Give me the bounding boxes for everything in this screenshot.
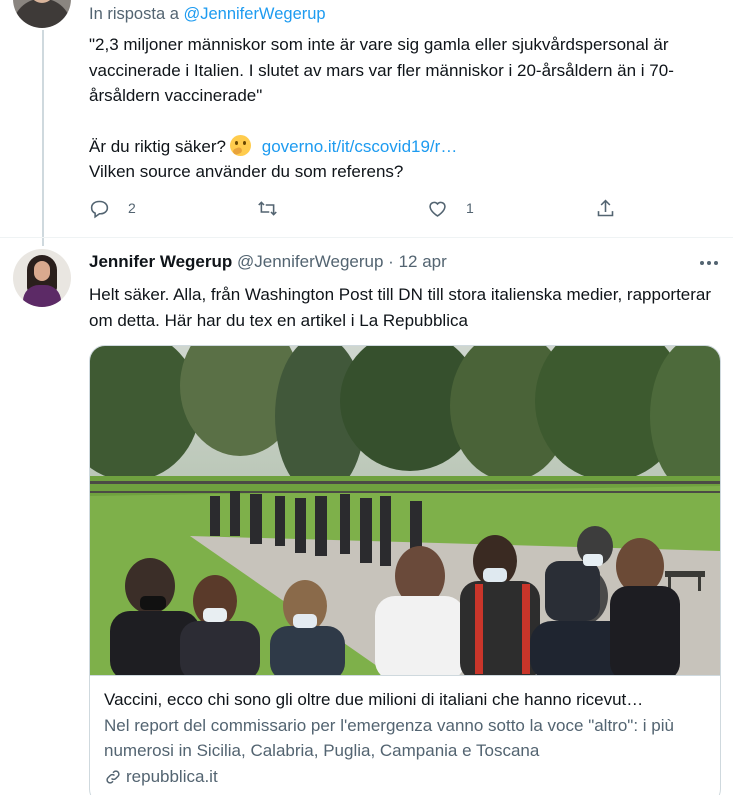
retweet-button[interactable] — [257, 196, 296, 220]
link-card-domain-text: repubblica.it — [126, 767, 218, 786]
article-photo-image — [90, 346, 720, 675]
thinking-face-emoji-icon — [230, 134, 251, 156]
reply-context: In risposta a @JenniferWegerup — [89, 5, 326, 24]
avatar[interactable] — [13, 249, 71, 307]
link-card-domain: repubblica.it — [104, 765, 708, 789]
question-text: Är du riktig säker? — [89, 136, 226, 156]
tweet-date[interactable]: 12 apr — [399, 252, 447, 271]
more-dots-icon — [700, 261, 704, 265]
link-card-body: Vaccini, ecco chi sono gli oltre due mil… — [90, 675, 720, 789]
tweet-source-question: Vilken source använder du som referens? — [89, 162, 404, 181]
like-count: 1 — [466, 200, 474, 216]
like-button[interactable]: 1 — [427, 196, 474, 220]
avatar[interactable] — [13, 0, 71, 28]
author-handle[interactable]: @JenniferWegerup — [237, 252, 383, 271]
heart-icon — [429, 201, 446, 217]
tweet-quote-paragraph: "2,3 miljoner människor som inte är vare… — [89, 35, 674, 105]
tweet-divider — [0, 237, 733, 238]
share-icon — [597, 199, 614, 216]
retweet-icon — [258, 200, 277, 216]
tweet-text: Helt säker. Alla, från Washington Post t… — [89, 285, 712, 330]
separator-dot: · — [388, 252, 394, 271]
reply-count: 2 — [128, 200, 136, 216]
link-card-title: Vaccini, ecco chi sono gli oltre due mil… — [104, 690, 644, 709]
share-button[interactable] — [595, 196, 616, 220]
link-preview-card[interactable]: Vaccini, ecco chi sono gli oltre due mil… — [89, 345, 721, 795]
reply-button[interactable]: 2 — [89, 196, 136, 220]
tweet-header: Jennifer Wegerup @JenniferWegerup · 12 a… — [89, 252, 447, 272]
reply-prefix: In risposta a — [89, 5, 179, 23]
reply-mention-link[interactable]: @JenniferWegerup — [183, 5, 325, 23]
more-options-button[interactable] — [699, 253, 719, 273]
tweet-text: "2,3 miljoner människor som inte är vare… — [89, 32, 719, 185]
governo-link[interactable]: governo.it/it/cscovid19/r… — [262, 137, 458, 156]
thread-connector-line — [42, 30, 44, 246]
link-icon — [106, 770, 120, 784]
author-name[interactable]: Jennifer Wegerup — [89, 252, 232, 271]
tweet-actions: 2 1 — [89, 196, 629, 220]
tweet-question-line: Är du riktig säker? governo.it/it/cscovi… — [89, 134, 719, 160]
link-card-description: Nel report del commissario per l'emergen… — [104, 716, 674, 760]
reply-icon — [90, 200, 109, 218]
